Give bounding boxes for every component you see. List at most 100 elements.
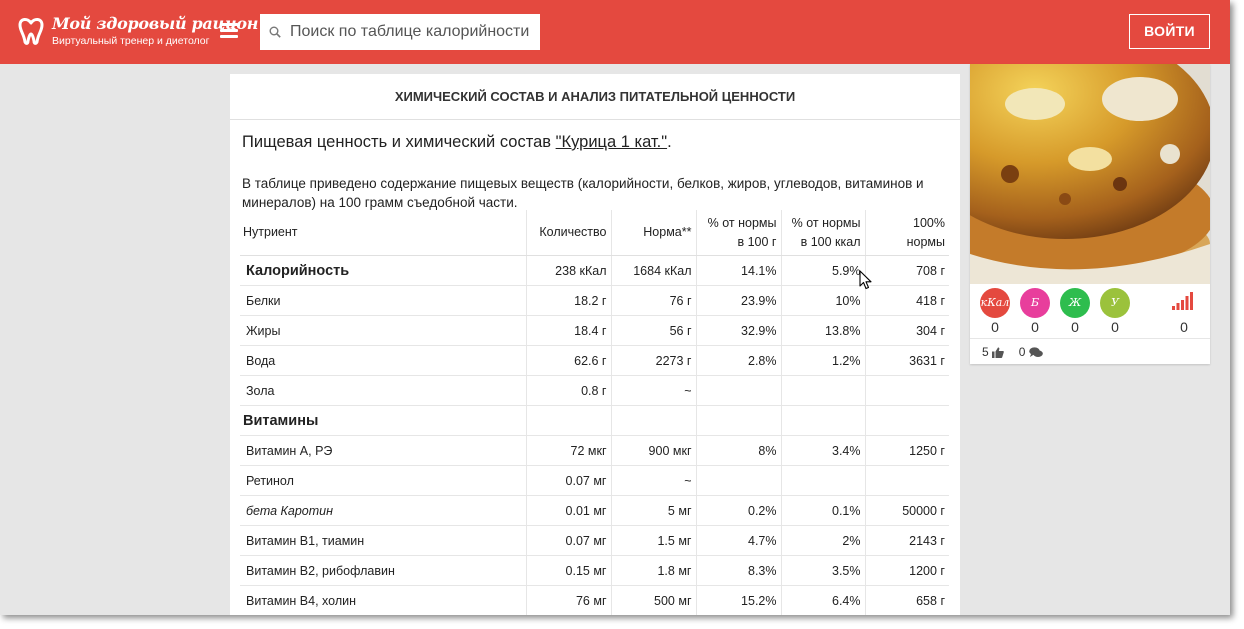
login-button[interactable]: ВОЙТИ	[1129, 14, 1210, 49]
table-cell: 10%	[780, 285, 865, 316]
column-header: % от нормы в 100 г	[695, 210, 781, 256]
comments-count: 0	[1018, 345, 1026, 359]
table-header-row: Нутриент Количество Норма**% от нормы в 100…	[240, 210, 949, 256]
table-cell: 900 мкг	[610, 435, 696, 466]
nutrient-name: бета Каротин	[240, 495, 526, 526]
table-cell: 5 мг	[610, 495, 696, 526]
thumbs-up-icon[interactable]	[992, 347, 1004, 358]
macro-badge[interactable]: Ж	[1060, 288, 1090, 318]
table-row: Жиры 18.4 г 56 г 32.9% 13.8% 304 г	[240, 315, 949, 346]
nutrient-name: Витамин В1, тиамин	[240, 525, 526, 556]
search-box	[260, 14, 540, 50]
nutrient-name: Витамины	[240, 405, 526, 436]
table-cell: 304 г	[864, 315, 949, 346]
divider	[970, 338, 1210, 339]
table-cell: 2%	[780, 525, 865, 556]
intro-suffix: .	[667, 133, 672, 151]
browser-viewport: Мой здоровый рацион Виртуальный тренер и…	[0, 0, 1230, 615]
nutrient-name: Витамин В2, рибофлавин	[240, 555, 526, 586]
table-cell: 1250 г	[864, 435, 949, 466]
table-cell: 2.8%	[695, 345, 781, 376]
table-cell: 1200 г	[864, 555, 949, 586]
table-cell	[695, 465, 781, 496]
hamburger-menu-icon[interactable]	[220, 23, 238, 39]
table-cell	[695, 375, 781, 406]
nutrient-name: Белки	[240, 285, 526, 316]
search-input[interactable]	[290, 14, 536, 50]
table-cell: 1.8 мг	[610, 555, 696, 586]
table-cell	[864, 465, 949, 496]
table-cell: 0.8 г	[525, 375, 611, 406]
table-cell: 3.4%	[780, 435, 865, 466]
macro-badge-count: 0	[1031, 319, 1039, 335]
column-header: Нутриент	[240, 210, 526, 256]
nutrient-table: Нутриент Количество Норма**% от нормы в 100…	[240, 210, 949, 615]
table-cell: 1.2%	[780, 345, 865, 376]
site-logo[interactable]: Мой здоровый рацион Виртуальный тренер и…	[16, 12, 258, 52]
likes-row: 5 0	[982, 345, 1043, 359]
signal-count: 0	[1180, 319, 1188, 335]
table-cell: 76 мг	[525, 585, 611, 615]
food-photo	[970, 64, 1210, 284]
table-row: Ретинол 0.07 мг ~	[240, 465, 949, 496]
intro-prefix: Пищевая ценность и химический состав	[242, 133, 556, 151]
product-side-card: кКал 0 Б 0 Ж 0 У 0 0 5 0	[970, 64, 1210, 364]
nutrient-name: Витамин В4, холин	[240, 585, 526, 615]
table-cell: 418 г	[864, 285, 949, 316]
nutrient-name: Вода	[240, 345, 526, 376]
table-cell: 0.2%	[695, 495, 781, 526]
comments-icon[interactable]	[1028, 347, 1043, 358]
table-cell: 62.6 г	[525, 345, 611, 376]
table-cell: 0.15 мг	[525, 555, 611, 586]
nutrient-name: Калорийность	[240, 255, 526, 286]
table-row: Вода 62.6 г 2273 г 2.8% 1.2% 3631 г	[240, 345, 949, 376]
table-cell: 32.9%	[695, 315, 781, 346]
table-cell: 1.5 мг	[610, 525, 696, 556]
tooth-heart-icon	[18, 18, 44, 45]
table-cell	[780, 375, 865, 406]
table-cell: 5.9%	[780, 255, 865, 286]
macro-badge-count: 0	[991, 319, 999, 335]
table-row: Витамин В4, холин 76 мг 500 мг 15.2% 6.4% 658…	[240, 585, 949, 615]
table-row: Витамин В1, тиамин 0.07 мг 1.5 мг 4.7% 2% 214…	[240, 525, 949, 556]
table-cell: 3631 г	[864, 345, 949, 376]
card-title: ХИМИЧЕСКИЙ СОСТАВ И АНАЛИЗ ПИТАТЕЛЬНОЙ Ц…	[230, 74, 960, 120]
logo-tagline: Виртуальный тренер и диетолог	[52, 35, 210, 47]
product-link[interactable]: "Курица 1 кат."	[556, 133, 667, 151]
macro-badge[interactable]: кКал	[980, 288, 1010, 318]
table-cell: 13.8%	[780, 315, 865, 346]
table-cell: 76 г	[610, 285, 696, 316]
nutrient-name: Ретинол	[240, 465, 526, 496]
table-cell: 18.4 г	[525, 315, 611, 346]
column-header: % от нормы в 100 ккал	[780, 210, 865, 256]
table-cell	[864, 375, 949, 406]
table-row: Витамин В2, рибофлавин 0.15 мг 1.8 мг 8.3% 3…	[240, 555, 949, 586]
table-cell: 658 г	[864, 585, 949, 615]
table-cell: 72 мкг	[525, 435, 611, 466]
table-cell: 2273 г	[610, 345, 696, 376]
table-cell: 238 кКал	[525, 255, 611, 286]
table-cell: 50000 г	[864, 495, 949, 526]
signal-bars-icon	[1172, 292, 1193, 310]
macro-badge[interactable]: У	[1100, 288, 1130, 318]
table-row: Калорийность 238 кКал 1684 кКал 14.1% 5.9% 70…	[240, 255, 949, 286]
table-cell: 3.5%	[780, 555, 865, 586]
table-cell	[864, 405, 949, 436]
table-cell: 2143 г	[864, 525, 949, 556]
table-cell: 0.01 мг	[525, 495, 611, 526]
top-navigation-bar: Мой здоровый рацион Виртуальный тренер и…	[0, 0, 1230, 64]
table-cell	[780, 405, 865, 436]
table-row: бета Каротин 0.01 мг 5 мг 0.2% 0.1% 50000 г	[240, 495, 949, 526]
table-cell	[525, 405, 611, 436]
mouse-cursor-icon	[859, 270, 872, 290]
table-cell: 18.2 г	[525, 285, 611, 316]
table-cell: 23.9%	[695, 285, 781, 316]
table-cell: 0.07 мг	[525, 465, 611, 496]
table-cell: 4.7%	[695, 525, 781, 556]
macro-badge[interactable]: Б	[1020, 288, 1050, 318]
nutrient-name: Зола	[240, 375, 526, 406]
intro-heading: Пищевая ценность и химический состав "Ку…	[242, 133, 672, 152]
nutrition-card: ХИМИЧЕСКИЙ СОСТАВ И АНАЛИЗ ПИТАТЕЛЬНОЙ Ц…	[230, 74, 960, 615]
intro-description: В таблице приведено содержание пищевых в…	[242, 176, 924, 210]
table-cell	[780, 465, 865, 496]
